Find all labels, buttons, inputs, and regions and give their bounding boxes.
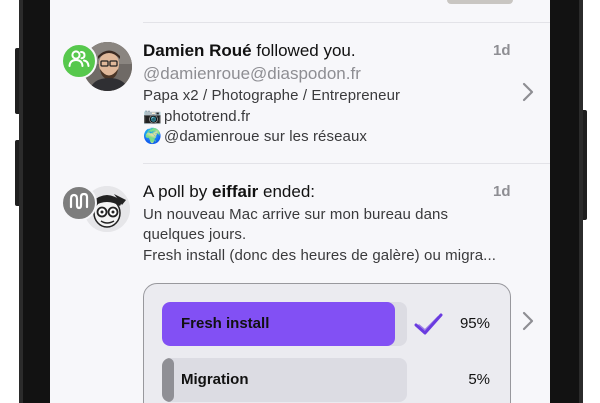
timestamp: 1d xyxy=(493,42,511,59)
notification-title: Damien Roué followed you. xyxy=(143,41,356,60)
poll-option-percent: 5% xyxy=(468,371,490,388)
chevron-right-icon[interactable] xyxy=(521,82,535,102)
bio-line: Papa x2 / Photographe / Entrepreneur xyxy=(143,87,401,104)
poll-results[interactable]: Fresh install 95% Migration 5% xyxy=(143,283,511,403)
post-text-line: Un nouveau Mac arrive sur mon bureau dan… xyxy=(143,206,449,223)
notification-title: A poll by eiffair ended: xyxy=(143,182,316,201)
previous-notification-media[interactable] xyxy=(447,0,513,4)
follow-notification[interactable]: Damien Roué followed you. 1d @damienroue… xyxy=(50,22,550,163)
camera-icon: 📷 xyxy=(143,108,162,125)
poll-option-percent: 95% xyxy=(459,315,490,332)
people-icon xyxy=(68,49,90,73)
bio-line: 🌍 @damienroue sur les réseaux xyxy=(143,128,368,145)
notifications-screen: Damien Roué followed you. 1d @damienroue… xyxy=(50,0,550,403)
globe-icon: 🌍 xyxy=(143,128,162,145)
follow-badge xyxy=(61,43,97,79)
timestamp: 1d xyxy=(493,183,511,200)
poll-notification[interactable]: A poll by eiffair ended: 1d Un nouveau M… xyxy=(50,163,550,403)
poll-option: Fresh install xyxy=(162,302,407,346)
poll-result-bar xyxy=(162,358,175,402)
checkmark-icon xyxy=(414,312,444,338)
poll-option-label: Fresh install xyxy=(181,315,270,332)
account-handle[interactable]: @damienroue@diaspodon.fr xyxy=(143,64,361,84)
post-text-line: quelques jours. xyxy=(143,226,247,243)
actor-name[interactable]: eiffair xyxy=(212,182,258,201)
poll-option-label: Migration xyxy=(181,371,249,388)
poll-badge xyxy=(61,185,97,221)
bio-line: 📷 phototrend.fr xyxy=(143,108,251,125)
chevron-right-icon[interactable] xyxy=(521,311,535,331)
frame-left xyxy=(19,0,50,403)
phone-frame: Damien Roué followed you. 1d @damienroue… xyxy=(0,0,600,403)
actor-name[interactable]: Damien Roué xyxy=(143,41,252,60)
post-text-line: Fresh install (donc des heures de galère… xyxy=(143,247,496,264)
poll-option: Migration xyxy=(162,358,407,402)
poll-icon xyxy=(68,191,90,216)
